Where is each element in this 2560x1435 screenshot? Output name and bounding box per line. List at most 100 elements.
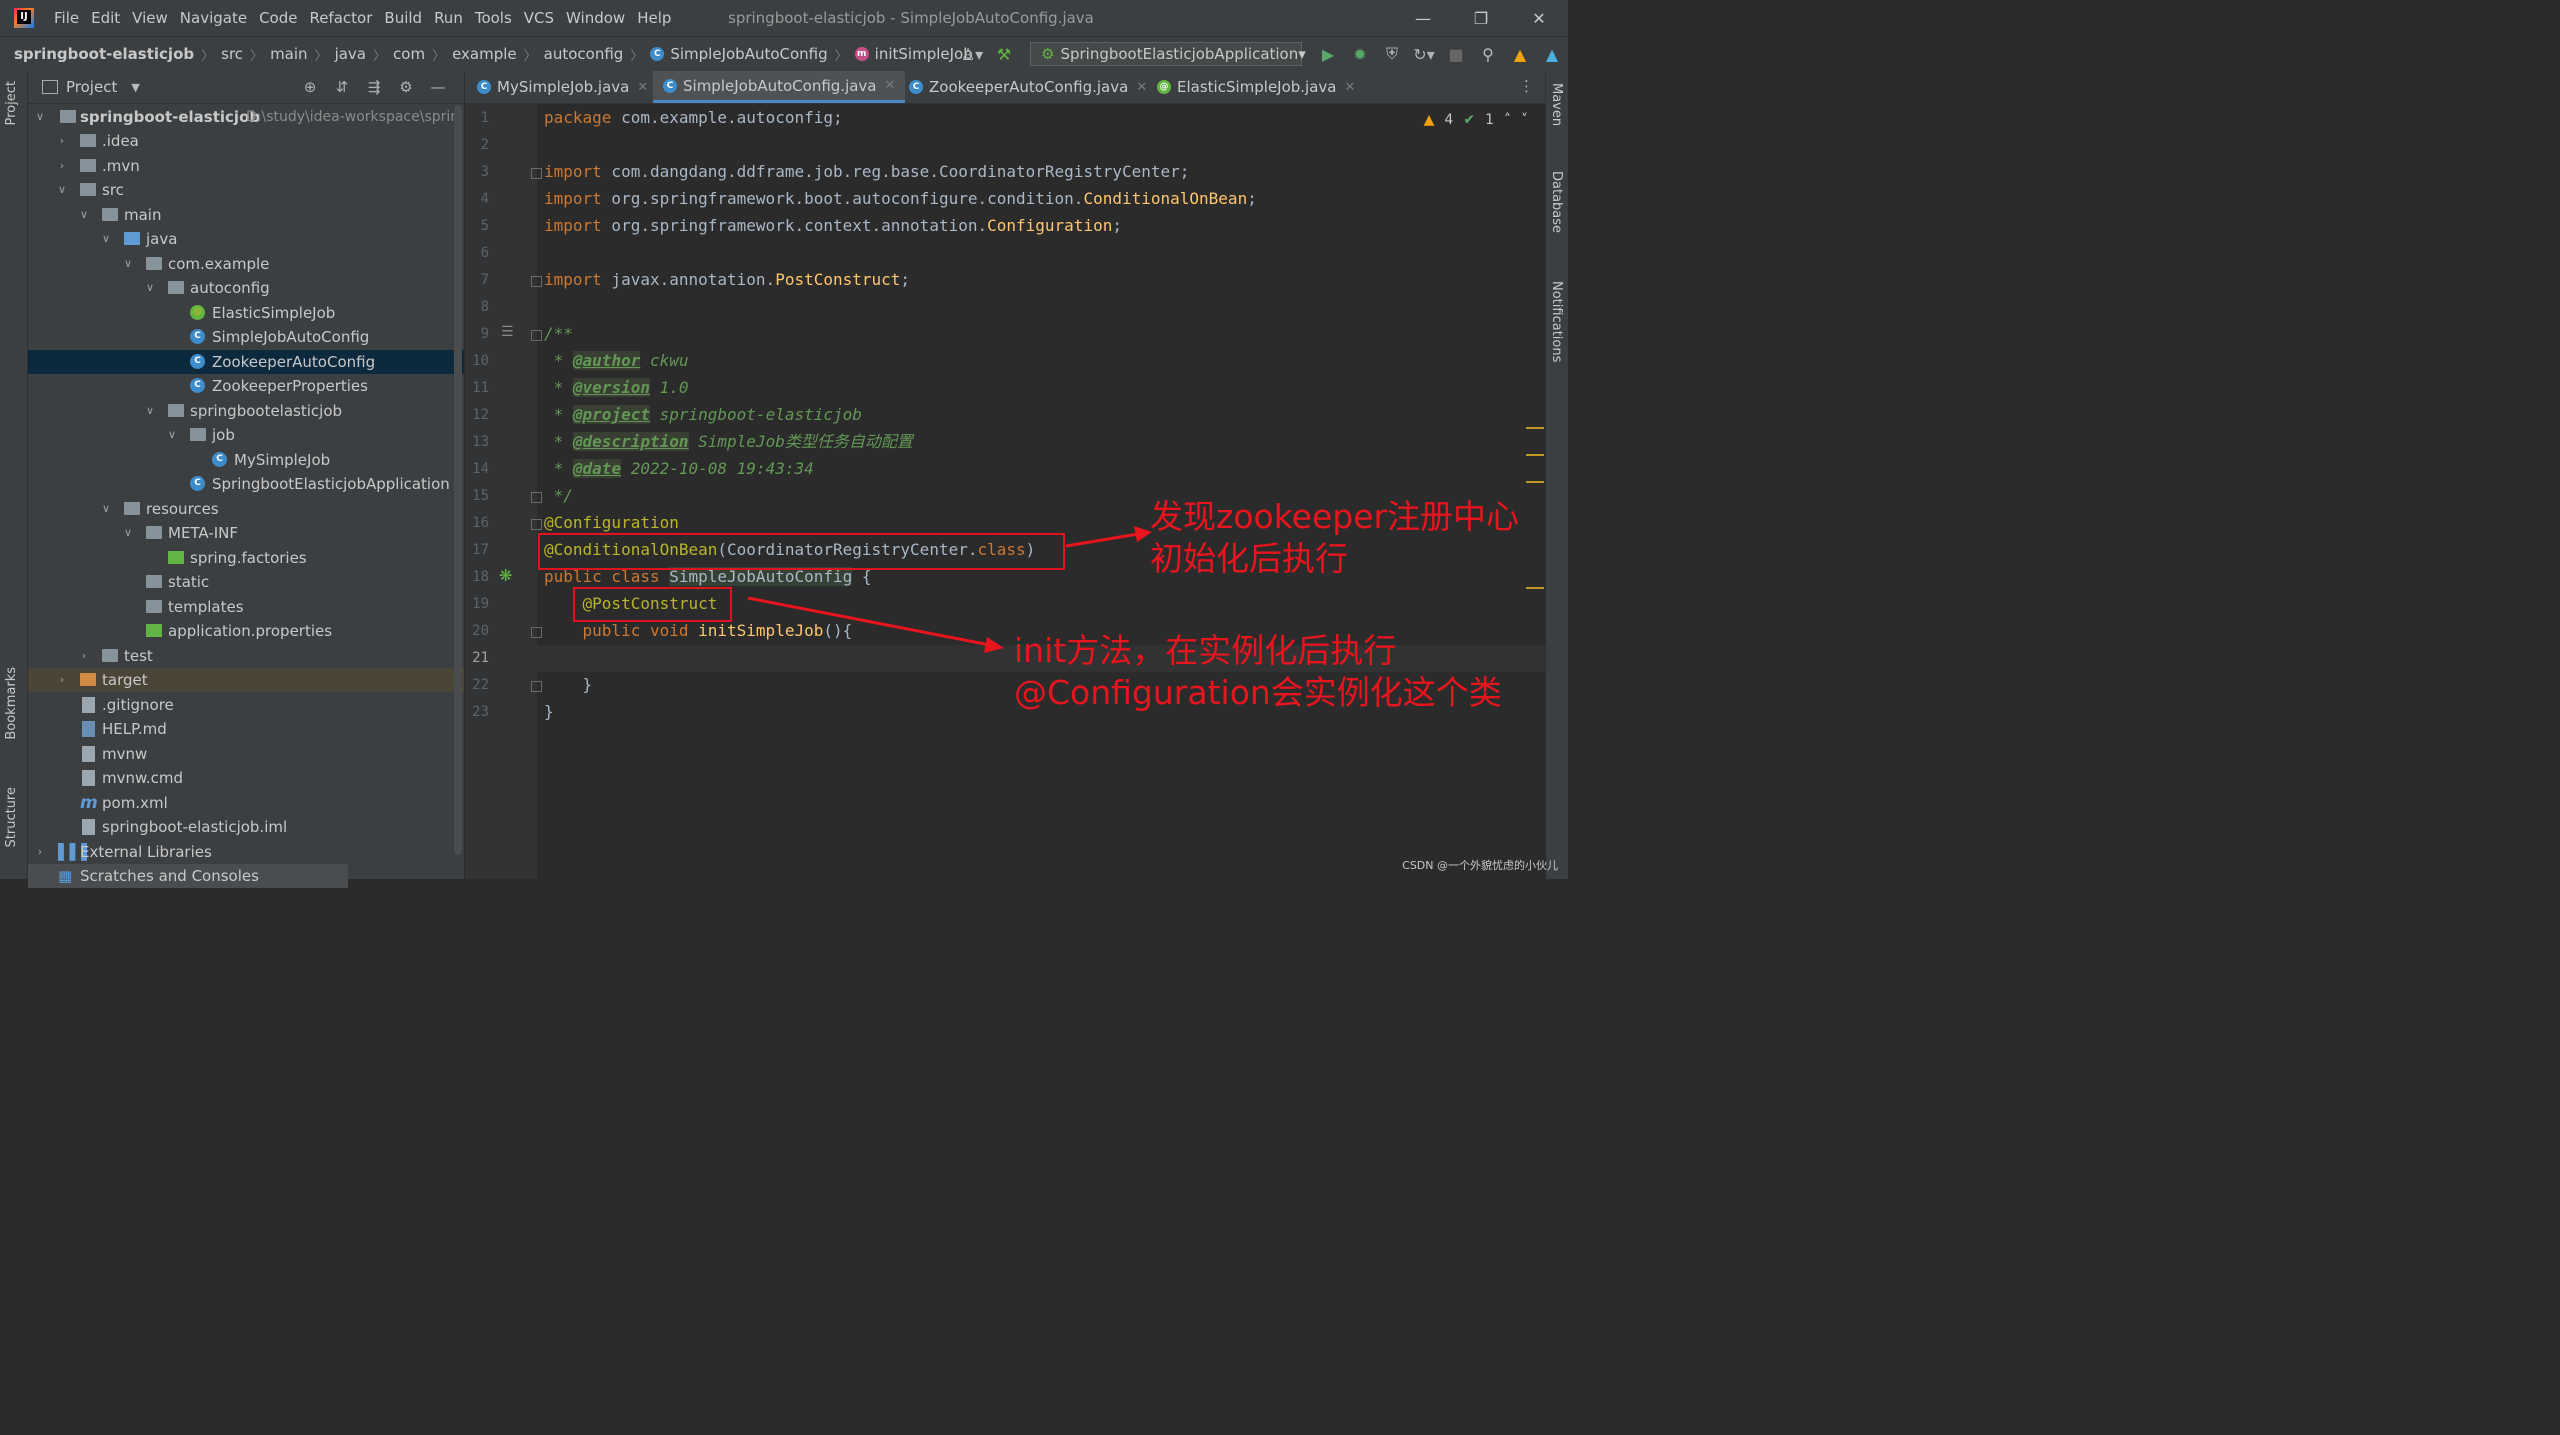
crumb-example[interactable]: example bbox=[452, 45, 517, 63]
tree-item[interactable]: static bbox=[28, 570, 464, 594]
menu-view[interactable]: View bbox=[126, 0, 174, 36]
warning-stripe[interactable] bbox=[1526, 481, 1544, 483]
locate-icon[interactable]: ⊕ bbox=[294, 78, 326, 96]
tree-item-selected[interactable]: C ZookeeperAutoConfig bbox=[28, 350, 464, 374]
tab-elasticsimplejob[interactable]: @ ElasticSimpleJob.java ✕ bbox=[1157, 71, 1355, 103]
project-panel-title[interactable]: Project bbox=[66, 78, 117, 96]
coverage-icon[interactable]: ⛨ bbox=[1376, 44, 1408, 64]
spring-bean-icon[interactable]: ❋ bbox=[499, 566, 512, 585]
user-icon[interactable]: ♙▾ bbox=[956, 45, 988, 64]
close-icon[interactable]: ✕ bbox=[1510, 0, 1568, 36]
crumb-class[interactable]: SimpleJobAutoConfig bbox=[670, 45, 827, 63]
crumb-autoconfig[interactable]: autoconfig bbox=[544, 45, 624, 63]
menu-refactor[interactable]: Refactor bbox=[303, 0, 378, 36]
warning-stripe[interactable] bbox=[1526, 427, 1544, 429]
menu-edit[interactable]: Edit bbox=[85, 0, 126, 36]
tree-item[interactable]: ∨ autoconfig bbox=[28, 276, 464, 300]
tree-item[interactable]: › target bbox=[28, 668, 464, 692]
tree-item[interactable]: ∨ com.example bbox=[28, 252, 464, 276]
tree-item[interactable]: springboot-elasticjob.iml bbox=[28, 815, 464, 839]
menu-tools[interactable]: Tools bbox=[469, 0, 518, 36]
chevron-down-icon[interactable]: ▼ bbox=[131, 81, 139, 94]
profile-icon[interactable]: ↻▾ bbox=[1408, 45, 1440, 64]
fold-marker-icon[interactable] bbox=[531, 492, 542, 503]
tree-item[interactable]: › ▌▌▌ External Libraries bbox=[28, 840, 464, 864]
fold-marker-icon[interactable] bbox=[531, 168, 542, 179]
tree-item[interactable]: ▦ Scratches and Consoles bbox=[28, 864, 348, 888]
tree-item[interactable]: ∨ src bbox=[28, 178, 464, 202]
collapse-all-icon[interactable]: ⇶ bbox=[358, 78, 390, 96]
tree-item[interactable]: ∨ META-INF bbox=[28, 521, 464, 545]
warning-stripe[interactable] bbox=[1526, 454, 1544, 456]
fold-marker-icon[interactable] bbox=[531, 681, 542, 692]
close-tab-icon[interactable]: ✕ bbox=[1136, 80, 1147, 95]
crumb-main[interactable]: main bbox=[270, 45, 307, 63]
warning-stripe[interactable] bbox=[1526, 587, 1544, 589]
close-tab-icon[interactable]: ✕ bbox=[1345, 80, 1356, 95]
tree-item[interactable]: › .mvn bbox=[28, 154, 464, 178]
scrollbar[interactable] bbox=[454, 105, 462, 855]
menu-help[interactable]: Help bbox=[631, 0, 677, 36]
update-icon[interactable]: ▲ bbox=[1504, 45, 1536, 64]
crumb-src[interactable]: src bbox=[221, 45, 243, 63]
chevron-down-icon[interactable]: ˅ bbox=[1521, 112, 1528, 128]
expand-all-icon[interactable]: ⇵ bbox=[326, 78, 358, 96]
run-configuration-select[interactable]: ⚙ SpringbootElasticjobApplication ▾ bbox=[1030, 42, 1306, 66]
crumb-java[interactable]: java bbox=[335, 45, 366, 63]
tree-item[interactable]: C SimpleJobAutoConfig bbox=[28, 325, 464, 349]
close-tab-icon[interactable]: ✕ bbox=[637, 80, 648, 95]
menu-code[interactable]: Code bbox=[253, 0, 303, 36]
tree-item[interactable]: › .idea bbox=[28, 129, 464, 153]
chevron-up-icon[interactable]: ˄ bbox=[1504, 112, 1511, 128]
structure-tool-tab[interactable]: Structure bbox=[4, 787, 19, 847]
fold-marker-icon[interactable] bbox=[531, 330, 542, 341]
tree-item[interactable]: C SpringbootElasticjobApplication bbox=[28, 472, 464, 496]
bookmarks-tool-tab[interactable]: Bookmarks bbox=[4, 667, 19, 740]
tree-item[interactable]: .gitignore bbox=[28, 693, 464, 717]
hide-icon[interactable]: — bbox=[422, 78, 454, 96]
menu-window[interactable]: Window bbox=[560, 0, 631, 36]
fold-marker-icon[interactable] bbox=[531, 627, 542, 638]
menu-file[interactable]: File bbox=[48, 0, 85, 36]
tree-item[interactable]: @ ElasticSimpleJob bbox=[28, 301, 464, 325]
tree-item[interactable]: mvnw.cmd bbox=[28, 766, 464, 790]
more-tabs-icon[interactable]: ⋮ bbox=[1519, 77, 1534, 95]
inspection-widget[interactable]: ▲ 4 ✔ 1 ˄ ˅ bbox=[1424, 112, 1528, 128]
close-tab-icon[interactable]: ✕ bbox=[885, 78, 896, 93]
tree-item[interactable]: ∨ java bbox=[28, 227, 464, 251]
crumb-com[interactable]: com bbox=[393, 45, 425, 63]
javadoc-render-icon[interactable]: ☰ bbox=[501, 324, 514, 340]
tree-item[interactable]: ∨ job bbox=[28, 423, 464, 447]
code-editor[interactable]: 1 2 3 4 5 6 7 8 9 10 11 12 13 14 15 16 1… bbox=[465, 104, 1546, 879]
tab-zookeeperautoconfig[interactable]: C ZookeeperAutoConfig.java ✕ bbox=[909, 71, 1147, 103]
crumb-project[interactable]: springboot-elasticjob bbox=[14, 45, 194, 63]
tree-item[interactable]: ∨ springbootelasticjob bbox=[28, 399, 464, 423]
run-icon[interactable]: ▶ bbox=[1312, 45, 1344, 64]
tree-item[interactable]: mvnw bbox=[28, 742, 464, 766]
notifications-tool-tab[interactable]: Notifications bbox=[1549, 281, 1564, 362]
tree-item[interactable]: C ZookeeperProperties bbox=[28, 374, 464, 398]
minimize-icon[interactable]: — bbox=[1394, 0, 1452, 36]
database-tool-tab[interactable]: Database bbox=[1549, 171, 1564, 233]
plugin-icon[interactable]: ▲ bbox=[1536, 45, 1568, 64]
build-hammer-icon[interactable]: ⚒ bbox=[988, 45, 1020, 64]
tab-simplejobautoconfig[interactable]: C SimpleJobAutoConfig.java ✕ bbox=[653, 71, 906, 103]
stop-icon[interactable]: ■ bbox=[1440, 45, 1472, 64]
tab-mysimplejob[interactable]: C MySimpleJob.java ✕ bbox=[477, 71, 648, 103]
restore-icon[interactable]: ❐ bbox=[1452, 0, 1510, 36]
tree-item[interactable]: application.properties bbox=[28, 619, 464, 643]
tree-item[interactable]: templates bbox=[28, 595, 464, 619]
tree-item[interactable]: ∨ resources bbox=[28, 497, 464, 521]
menu-navigate[interactable]: Navigate bbox=[174, 0, 253, 36]
tree-item[interactable]: spring.factories bbox=[28, 546, 464, 570]
tree-item[interactable]: HELP.md bbox=[28, 717, 464, 741]
menu-run[interactable]: Run bbox=[428, 0, 469, 36]
fold-marker-icon[interactable] bbox=[531, 519, 542, 530]
tree-item[interactable]: ∨ main bbox=[28, 203, 464, 227]
menu-build[interactable]: Build bbox=[378, 0, 428, 36]
tree-item[interactable]: › test bbox=[28, 644, 464, 668]
tree-item[interactable]: m pom.xml bbox=[28, 791, 464, 815]
debug-icon[interactable]: ✹ bbox=[1344, 45, 1376, 64]
maven-tool-tab[interactable]: Maven bbox=[1549, 83, 1564, 126]
search-icon[interactable]: ⚲ bbox=[1472, 45, 1504, 64]
